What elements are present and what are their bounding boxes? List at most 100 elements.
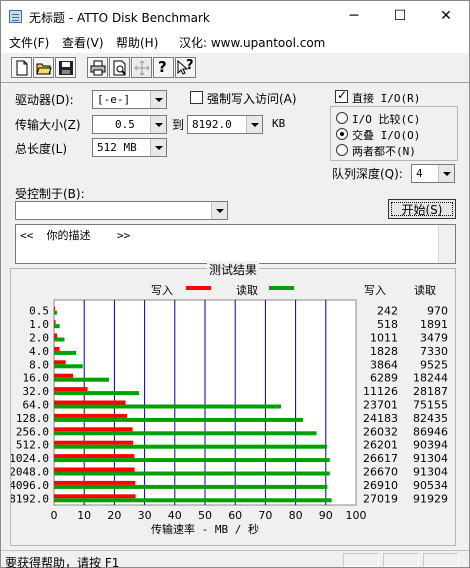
write-bar: [54, 413, 128, 418]
start-button[interactable]: 开始(S): [388, 199, 456, 219]
force-write-label: 强制写入访问(A): [207, 92, 297, 106]
menu-file[interactable]: 文件(F): [9, 34, 49, 51]
help-icon: ?: [158, 58, 167, 76]
minimize-button[interactable]: ─: [331, 1, 377, 31]
x-tick-label: 40: [168, 509, 182, 522]
direct-io-checkbox[interactable]: [335, 88, 348, 103]
title-bar[interactable]: 无标题 - ATTO Disk Benchmark ─ ☐ ✕: [1, 1, 469, 31]
write-value: 24183: [363, 412, 398, 425]
chevron-down-icon[interactable]: [211, 202, 227, 219]
app-window: 无标题 - ATTO Disk Benchmark ─ ☐ ✕ 文件(F) 查看…: [0, 0, 470, 568]
overlap-label: 交叠 I/O(O): [352, 129, 421, 142]
drive-select[interactable]: [-e-]: [92, 90, 167, 109]
window-title: 无标题 - ATTO Disk Benchmark: [29, 11, 210, 25]
write-bar: [54, 494, 136, 499]
write-bar: [54, 427, 133, 432]
y-tick-label: 8192.0: [11, 492, 49, 505]
read-bar: [54, 471, 330, 476]
read-bar: [54, 417, 303, 422]
compare-radio[interactable]: [336, 112, 348, 124]
controlled-by-select[interactable]: [15, 201, 228, 220]
status-pane-1: [343, 553, 379, 567]
transfer-to-value: 8192.0: [192, 118, 232, 131]
start-button-label: 开始(S): [391, 202, 453, 217]
context-help-button[interactable]: ?: [175, 57, 196, 78]
y-tick-label: 2.0: [29, 332, 49, 345]
write-bar: [54, 320, 56, 325]
legend-write-label: 写入: [151, 284, 173, 297]
read-bar: [54, 377, 110, 382]
write-value: 26910: [363, 479, 398, 492]
menu-help[interactable]: 帮助(H): [116, 34, 158, 51]
read-value: 28187: [413, 385, 448, 398]
read-value: 7330: [420, 345, 448, 358]
transfer-from-select[interactable]: 0.5: [92, 115, 167, 134]
help-button[interactable]: ?: [153, 57, 174, 78]
read-bar: [54, 324, 60, 329]
status-pane-3: [423, 553, 459, 567]
close-button[interactable]: ✕: [423, 1, 469, 31]
description-textarea[interactable]: << 你的描述 >>: [15, 224, 456, 264]
move-icon: [134, 60, 150, 76]
write-value: 26201: [363, 439, 398, 452]
open-button[interactable]: [33, 57, 54, 78]
y-tick-label: 2048.0: [11, 466, 49, 479]
write-bar: [54, 440, 134, 445]
toolbar: ? ?: [1, 53, 469, 83]
description-text: << 你的描述 >>: [20, 229, 131, 242]
transfer-to-select[interactable]: 8192.0: [187, 115, 263, 134]
menu-bar: 文件(F) 查看(V) 帮助(H) 汉化: www.upantool.com: [1, 31, 469, 53]
x-tick-label: 70: [258, 509, 272, 522]
x-tick-label: 90: [319, 509, 333, 522]
to-label: 到: [172, 118, 185, 132]
menu-localization[interactable]: 汉化: www.upantool.com: [179, 34, 325, 51]
force-write-checkbox[interactable]: [190, 91, 203, 104]
legend-read-swatch: [269, 286, 294, 290]
x-tick-label: 30: [138, 509, 152, 522]
read-bar: [54, 431, 317, 436]
move-button[interactable]: [131, 57, 152, 78]
write-value: 518: [377, 318, 398, 331]
write-bar: [54, 467, 135, 472]
status-pane-2: [383, 553, 419, 567]
chevron-down-icon[interactable]: [438, 165, 454, 182]
menu-view[interactable]: 查看(V): [62, 34, 104, 51]
y-tick-label: 1024.0: [11, 452, 49, 465]
write-bar: [54, 333, 58, 338]
print-preview-button[interactable]: [109, 57, 130, 78]
neither-label: 两者都不(N): [352, 145, 416, 158]
new-button[interactable]: [11, 57, 32, 78]
chevron-down-icon[interactable]: [150, 91, 166, 108]
x-axis-label: 传输速率 - MB / 秒: [151, 522, 259, 536]
chevron-down-icon[interactable]: [150, 139, 166, 156]
save-button[interactable]: [55, 57, 76, 78]
y-tick-label: 128.0: [16, 412, 49, 425]
read-value: 90394: [413, 439, 448, 452]
legend-write-swatch: [186, 286, 211, 290]
read-bar: [54, 337, 65, 342]
overlap-radio[interactable]: [336, 128, 348, 140]
new-file-icon: [16, 60, 28, 76]
y-tick-label: 32.0: [23, 385, 50, 398]
y-tick-label: 4096.0: [11, 479, 49, 492]
app-icon: [9, 10, 22, 23]
controlled-by-label: 受控制于(B):: [15, 187, 85, 201]
queue-depth-select[interactable]: 4: [411, 164, 455, 183]
total-length-value: 512 MB: [97, 141, 137, 154]
total-length-select[interactable]: 512 MB: [92, 138, 167, 157]
description-scrollbar[interactable]: [438, 225, 455, 263]
read-value: 970: [427, 305, 448, 318]
chevron-down-icon[interactable]: [246, 116, 262, 133]
write-bar: [54, 480, 136, 485]
read-value: 9525: [420, 358, 448, 371]
y-tick-label: 64.0: [23, 399, 50, 412]
compare-label: I/O 比较(C): [352, 113, 421, 126]
write-value: 26617: [363, 452, 398, 465]
read-bar: [54, 404, 281, 409]
print-button[interactable]: [87, 57, 108, 78]
results-group: 测试结果 写入 读取 写入 读取 0.5 1.0 2.0 4.0 8.0 16.0 32.0…: [10, 261, 456, 546]
x-tick-label: 100: [346, 509, 367, 522]
maximize-button[interactable]: ☐: [377, 1, 423, 31]
chevron-down-icon[interactable]: [150, 116, 166, 133]
neither-radio[interactable]: [336, 144, 348, 156]
